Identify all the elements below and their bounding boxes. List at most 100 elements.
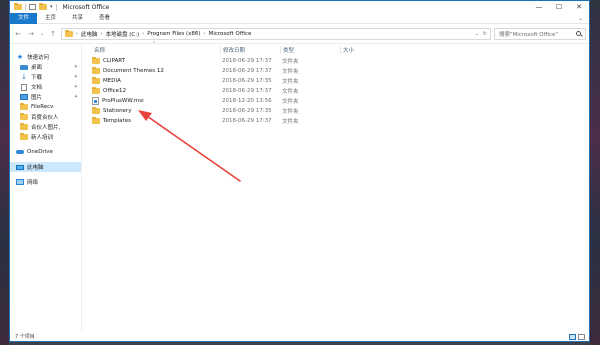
desktop-icon [20,64,28,70]
tab-view[interactable]: 查看 [91,13,118,24]
nav-label: 图片 [31,95,43,101]
folder-icon [14,3,22,10]
file-row[interactable]: Stationery 2018-06-29 17:35 文件夹 [82,106,589,116]
new-folder-icon[interactable] [39,3,47,10]
content-area: ★ 快速访问 桌面 ✦ ↓ 下载 ✦ 文档 ✦ 图片 ✦ FileRecv 百度… [10,41,589,332]
explorer-window: ▾ Microsoft Office — ☐ ✕ 文件 主页 共享 查看 ⌄ ←… [9,0,590,342]
nav-quick-access[interactable]: ★ 快速访问 [10,52,81,62]
file-row[interactable]: MEDIA 2018-06-29 17:35 文件夹 [82,76,589,86]
pin-icon: ✦ [73,74,78,80]
nav-item-baidu-partner[interactable]: 百度合伙人 [10,112,81,122]
chevron-right-icon[interactable]: › [142,31,144,37]
address-bar[interactable]: › 此电脑 › 本地磁盘 (C:) › Program Files (x86) … [61,27,491,40]
network-icon [16,179,24,185]
up-button[interactable]: ↑ [48,28,58,40]
details-view-icon[interactable] [569,333,576,340]
file-row[interactable]: Templates 2018-06-29 17:37 文件夹 [82,116,589,126]
column-headers: 名称 修改日期 类型 大小 [82,45,589,55]
nav-label: 合伙人图片, [31,125,61,131]
nav-item-pictures[interactable]: 图片 ✦ [10,92,81,102]
maximize-button[interactable]: ☐ [549,1,569,13]
close-icon: ✕ [576,3,582,11]
search-icon [576,31,581,36]
nav-item-documents[interactable]: 文档 ✦ [10,82,81,92]
item-count: 7 个项目 [15,334,35,340]
nav-label: 桌面 [31,65,43,71]
expand-ribbon-icon[interactable]: ⌄ [578,15,589,22]
file-row[interactable]: Office12 2018-06-29 17:37 文件夹 [82,86,589,96]
address-dropdown-icon[interactable]: ⌄ [475,31,479,37]
folder-icon [65,29,73,37]
chevron-right-icon[interactable]: › [101,31,103,37]
tab-share[interactable]: 共享 [64,13,91,24]
file-type: 文件夹 [282,89,299,95]
folder-icon [92,107,100,114]
minimize-icon: — [535,3,543,11]
nav-network[interactable]: 网络 [10,177,81,187]
customize-quick-access-icon[interactable]: ▾ [50,4,53,10]
tab-file[interactable]: 文件 [10,12,38,24]
star-icon: ★ [16,53,24,61]
column-header-date[interactable]: 修改日期 [220,46,280,54]
file-type: 文件夹 [282,99,299,105]
title-bar: ▾ Microsoft Office — ☐ ✕ [10,1,589,13]
window-controls: — ☐ ✕ [529,1,589,13]
column-header-size[interactable]: 大小 [340,46,380,54]
column-header-name[interactable]: 名称 [92,46,220,54]
large-icons-view-icon[interactable] [578,333,585,340]
refresh-icon[interactable]: ↻ [483,31,487,37]
nav-this-pc[interactable]: 此电脑 [10,162,81,172]
back-button[interactable]: ← [13,28,23,40]
document-icon [21,83,27,91]
chevron-right-icon[interactable]: › [204,31,206,37]
cloud-icon [16,150,24,154]
nav-onedrive[interactable]: OneDrive [10,147,81,157]
nav-label: 此电脑 [27,165,44,171]
tab-home[interactable]: 主页 [37,13,64,24]
close-button[interactable]: ✕ [569,1,589,13]
file-name: Office12 [103,88,127,94]
pin-icon: ✦ [73,94,78,100]
column-header-type[interactable]: 类型 [280,46,340,54]
arrow-left-icon: ← [15,29,21,38]
properties-icon[interactable] [29,4,36,10]
folder-icon [92,57,100,64]
search-box[interactable]: 搜索"Microsoft Office" [494,27,586,40]
folder-icon [92,87,100,94]
nav-label: 文档 [31,85,43,91]
recent-locations-button[interactable]: ⌄ [39,28,45,40]
file-name: MEDIA [103,78,121,84]
file-date: 2018-06-29 17:35 [222,108,272,114]
nav-item-training[interactable]: 新人培训 [10,132,81,142]
address-row: ← → ⌄ ↑ › 此电脑 › 本地磁盘 (C:) › Program File… [10,24,589,44]
breadcrumb-this-pc[interactable]: 此电脑 [81,30,98,38]
nav-item-partner-pictures[interactable]: 合伙人图片, [10,122,81,132]
file-type: 文件夹 [282,79,299,85]
breadcrumb-microsoft-office[interactable]: Microsoft Office [209,31,252,37]
nav-item-downloads[interactable]: ↓ 下载 ✦ [10,72,81,82]
maximize-icon: ☐ [555,3,563,11]
file-row[interactable]: ProPlusWW.msi 2018-12-20 13:56 文件夹 [82,96,589,106]
nav-label: 百度合伙人 [31,115,59,121]
nav-label: 下载 [31,75,43,81]
file-date: 2018-06-29 17:37 [222,58,272,64]
nav-item-filerecv[interactable]: FileRecv [10,102,81,112]
folder-icon [20,123,28,130]
file-type: 文件夹 [282,69,299,75]
breadcrumb-program-files[interactable]: Program Files (x86) [147,31,200,37]
breadcrumb-local-disk[interactable]: 本地磁盘 (C:) [106,30,140,38]
nav-label: 快速访问 [27,55,50,61]
file-date: 2018-06-29 17:37 [222,118,272,124]
view-switcher [569,333,589,340]
divider [55,3,57,11]
file-row[interactable]: CLIPART 2018-06-29 17:37 文件夹 [82,56,589,66]
nav-item-desktop[interactable]: 桌面 ✦ [10,62,81,72]
nav-label: 网络 [27,180,39,186]
folder-icon [20,113,28,120]
forward-button[interactable]: → [26,28,36,40]
file-row[interactable]: Document Themes 12 2018-06-29 17:37 文件夹 [82,66,589,76]
file-date: 2018-12-20 13:56 [222,98,272,104]
status-bar: 7 个项目 [10,332,589,341]
window-title: Microsoft Office [62,3,110,11]
minimize-button[interactable]: — [529,1,549,13]
